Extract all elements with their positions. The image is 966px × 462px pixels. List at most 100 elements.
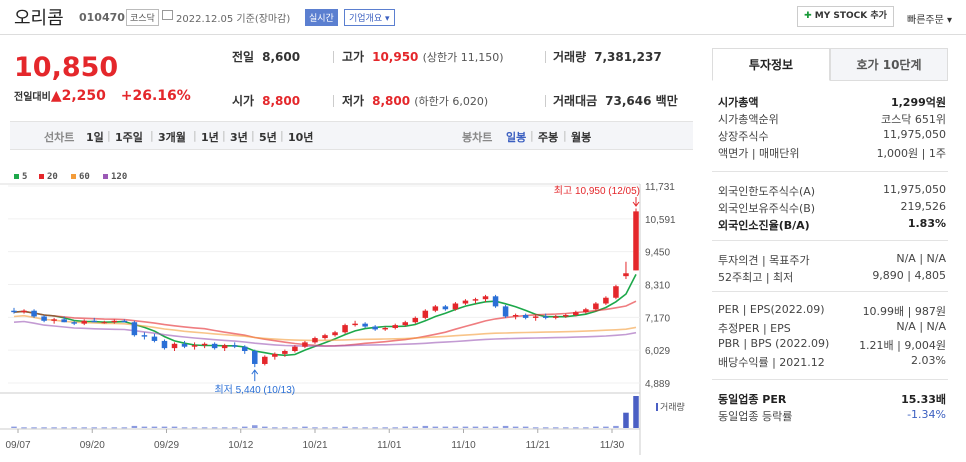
x-tick-label: 10/12 (228, 440, 253, 451)
stock-header: 오리콤 010470 코스닥 2022.12.05 기준(장마감) 실시간 기업… (0, 0, 966, 34)
section-divider (712, 240, 948, 241)
period-3m[interactable]: 3개월 (158, 129, 186, 145)
info-value: 1.83% (907, 217, 946, 230)
realtime-button[interactable]: 실시간 (305, 9, 338, 26)
info-value: 코스닥 651위 (881, 113, 946, 126)
min-arrow-icon (251, 369, 259, 382)
period-3y[interactable]: 3년 (230, 129, 248, 145)
market-badge: 코스닥 (126, 9, 159, 26)
info-value: 1,000원 | 1주 (876, 147, 946, 160)
info-label: 외국인보유주식수(B) (718, 202, 816, 215)
volume-bar (282, 427, 288, 429)
add-mystock-button[interactable]: ✚ MY STOCK 추가 (797, 6, 894, 27)
info-value: N/A | N/A (896, 320, 946, 333)
candle-monthly[interactable]: 월봉 (571, 129, 591, 145)
period-1d[interactable]: 1일 (86, 129, 104, 145)
pipe: | (530, 129, 534, 142)
volume-bar (31, 427, 37, 429)
volume-bar (332, 427, 338, 429)
trade-amount: 거래대금 73,646 백만 (553, 92, 678, 109)
period-5y[interactable]: 5년 (259, 129, 277, 145)
volume-bar (141, 426, 148, 428)
candle-body (101, 322, 108, 324)
candle-body (382, 327, 388, 330)
volume-bar (482, 426, 489, 428)
amount-label: 거래대금 (553, 94, 598, 108)
volume-bar (362, 427, 368, 429)
candle-body (512, 315, 519, 317)
legend-swatch (103, 174, 108, 179)
candlestick-chart[interactable]: 5 20 60 120 11,731 10,591 9,450 8,310 7,170 6,029… (0, 165, 700, 462)
x-tick-label: 11/01 (377, 440, 402, 451)
volume-bar (272, 427, 278, 429)
y-tick-label: 8,310 (645, 281, 670, 292)
candle-body (81, 320, 87, 324)
high-label: 고가 (342, 50, 365, 64)
volume-bar (593, 426, 599, 428)
y-tick-label: 4,889 (645, 379, 670, 390)
candle-body (121, 320, 128, 323)
candle-body (41, 316, 47, 321)
y-tick-label: 6,029 (645, 346, 670, 357)
candle-body (342, 325, 348, 333)
volume-bar (382, 427, 388, 429)
x-tick-label: 09/20 (80, 440, 105, 451)
candle-body (191, 345, 198, 347)
line-chart-label: 선차트 (44, 131, 75, 144)
info-value: 219,526 (900, 200, 947, 213)
period-1y[interactable]: 1년 (201, 129, 219, 145)
candle-body (252, 351, 258, 364)
volume-bar (342, 426, 348, 428)
info-label: PER | EPS(2022.09) (718, 303, 825, 316)
up-triangle-icon: ▲ (50, 88, 62, 104)
volume-bar (121, 427, 128, 429)
volume-bar (472, 426, 479, 428)
candle-body (131, 322, 138, 336)
candle-body (392, 325, 398, 328)
candle-body (272, 353, 278, 357)
volume-bar (71, 427, 77, 429)
info-value: 11,975,050 (883, 128, 946, 141)
candle-body (442, 306, 449, 310)
company-info-dropdown[interactable]: 기업개요 ▾ (344, 9, 395, 26)
period-1w[interactable]: 1주일 (115, 129, 143, 145)
mystock-label: MY STOCK 추가 (814, 11, 887, 21)
volume-bar (422, 425, 429, 428)
candle-body (111, 320, 118, 323)
candle-body (171, 343, 178, 349)
candle-body (332, 332, 338, 336)
volume-bar (312, 427, 318, 429)
quick-order-button[interactable]: 빠른주문 ▾ (907, 11, 952, 26)
min-annotation: 최저 5,440 (10/13) (214, 384, 295, 396)
info-label: 배당수익률 | 2021.12 (718, 356, 825, 369)
prev-label: 전일 (232, 50, 255, 64)
investment-info-panel: 투자정보 호가 10단계 시가총액 1,299억원 시가총액순위 코스닥 651위 상장… (700, 44, 966, 462)
volume-bar (552, 427, 559, 429)
divider (545, 51, 546, 63)
candle-weekly[interactable]: 주봉 (538, 129, 558, 145)
header-divider (0, 34, 966, 35)
info-label: 외국인한도주식수(A) (718, 185, 816, 198)
tab-orderbook-10[interactable]: 호가 10단계 (830, 48, 948, 81)
tab-investment-info[interactable]: 투자정보 (712, 48, 830, 81)
candle-body (452, 303, 459, 310)
candle-body (21, 310, 27, 313)
candle-body (573, 312, 579, 316)
pipe: | (563, 129, 567, 142)
plus-icon: ✚ (804, 11, 812, 21)
low-label: 저가 (342, 94, 365, 108)
candle-body (161, 340, 168, 349)
candle-daily[interactable]: 일봉 (506, 129, 526, 145)
x-tick-label: 09/07 (5, 440, 30, 451)
candle-body (412, 317, 419, 323)
candle-body (472, 299, 479, 301)
volume-bar (262, 426, 268, 428)
low-value: 8,800 (372, 94, 411, 108)
candle-body (31, 310, 37, 317)
candle-body (362, 323, 368, 327)
chart-period-bar: 선차트 1일 | 1주일 | 3개월 | 1년 | 3년 | 5년 | 10년 … (10, 121, 693, 150)
prev-value: 8,600 (262, 50, 301, 64)
volume-bar (181, 427, 188, 429)
period-10y[interactable]: 10년 (288, 129, 313, 145)
volume-bar (603, 426, 609, 428)
